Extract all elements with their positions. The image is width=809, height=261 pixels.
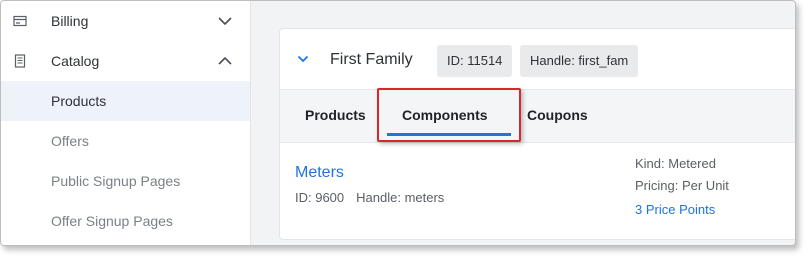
sidebar-item-offer-signup-pages[interactable]: Offer Signup Pages: [1, 201, 250, 241]
tab-coupons[interactable]: Coupons: [527, 107, 588, 123]
tab-products[interactable]: Products: [305, 107, 366, 123]
sidebar-item-offers[interactable]: Offers: [1, 121, 250, 161]
component-meta: ID: 9600 Handle: meters: [295, 190, 444, 205]
app-window: Billing Catalog Products Offers Public S…: [0, 0, 796, 246]
component-kind: Kind: Metered: [635, 156, 716, 171]
tab-bar: Products Components Coupons: [280, 89, 795, 143]
sidebar-group-label: Billing: [51, 13, 89, 29]
price-points-link[interactable]: 3 Price Points: [635, 202, 715, 217]
sidebar-item-public-signup-pages[interactable]: Public Signup Pages: [1, 161, 250, 201]
highlight-annotation: [377, 88, 521, 142]
product-family-card: First Family ID: 11514 Handle: first_fam…: [279, 28, 795, 240]
sidebar: Billing Catalog Products Offers Public S…: [1, 1, 251, 245]
sidebar-item-label: Products: [51, 93, 107, 109]
chevron-down-icon[interactable]: [297, 55, 309, 63]
family-handle-badge: Handle: first_fam: [520, 45, 639, 77]
sidebar-item-label: Offer Signup Pages: [51, 213, 173, 229]
catalog-icon: [14, 54, 26, 68]
component-pricing: Pricing: Per Unit: [635, 178, 729, 193]
sidebar-item-products[interactable]: Products: [1, 81, 250, 121]
sidebar-group-catalog[interactable]: Catalog: [1, 41, 250, 81]
sidebar-item-label: Offers: [51, 133, 89, 149]
family-name: First Family: [330, 51, 413, 68]
component-handle: Handle: meters: [356, 190, 445, 205]
sidebar-item-label: Public Signup Pages: [51, 173, 181, 189]
component-name-link[interactable]: Meters: [295, 164, 344, 182]
family-header: First Family ID: 11514 Handle: first_fam: [280, 29, 795, 89]
chevron-up-icon[interactable]: [217, 54, 233, 68]
sidebar-group-label: Catalog: [51, 53, 100, 69]
chevron-down-icon[interactable]: [217, 14, 233, 28]
billing-icon: [13, 15, 27, 27]
family-id-badge: ID: 11514: [437, 45, 513, 77]
component-id: ID: 9600: [295, 190, 345, 205]
sidebar-group-billing[interactable]: Billing: [1, 1, 250, 41]
